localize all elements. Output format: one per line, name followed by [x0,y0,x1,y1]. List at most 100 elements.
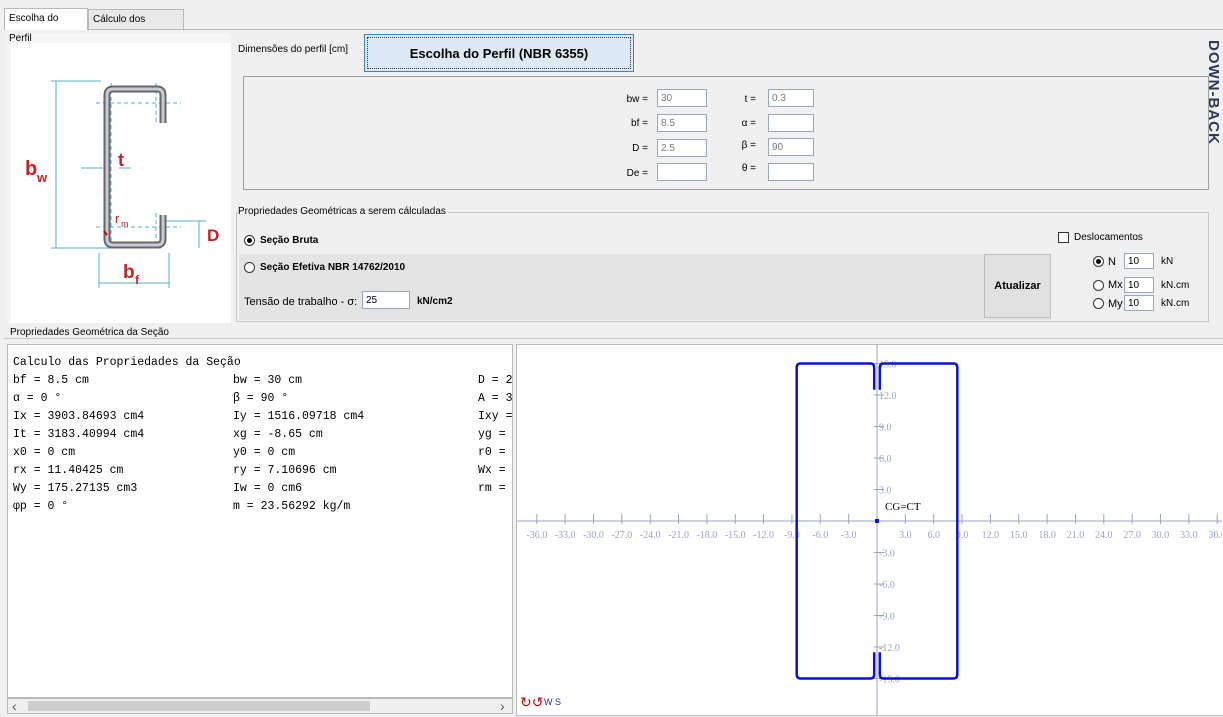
result-cell: rm = [478,482,506,495]
escolha-do-perfil-button[interactable]: Escolha do Perfil (NBR 6355) [364,34,634,72]
tensao-field[interactable]: 25 [362,291,410,309]
deslocamentos-checkbox[interactable] [1058,232,1069,243]
x-tick-label: -27.0 [611,530,632,541]
result-cell: x0 = 0 cm [13,446,76,459]
my-unit: kN.cm [1161,298,1190,309]
result-cell: φp = 0 ° [13,500,69,513]
result-cell: Ixy = [478,410,513,423]
y-tick-label: -6.0 [879,580,895,591]
results-scrollbar[interactable]: ‹ › [7,698,513,714]
dimensions-label: Dimensões do perfil [cm] [238,44,349,55]
scroll-left-icon[interactable]: ‹ [12,698,17,714]
x-tick-label: 24.0 [1095,530,1113,541]
result-cell: β = 90 ° [233,392,289,405]
secao-bruta-radio[interactable] [244,235,255,246]
x-tick-label: 21.0 [1067,530,1085,541]
my-label: My [1108,298,1123,310]
tab-escolha-do-perfil[interactable]: Escolha do Perfil [4,8,88,44]
y-tick-label: -15.0 [879,675,900,686]
x-tick-label: -12.0 [753,530,774,541]
x-tick-label: 30.0 [1152,530,1170,541]
x-tick-label: -6.0 [812,530,828,541]
plot-panel[interactable]: -36.0 -33.0 -30.0 -27.0 -24.0 -21.0 -18.0 -15.0… [516,344,1223,716]
result-cell: m = 23.56292 kg/m [233,500,351,513]
cg-label: CG=CT [885,501,921,513]
x-tick-label: -30.0 [583,530,604,541]
n-unit: kN [1161,256,1174,267]
result-cell: ry = 7.10696 cm [233,464,337,477]
de-field[interactable] [657,163,707,181]
svg-text:f: f [135,273,140,287]
bw-label: bw = [626,94,648,105]
result-cell: It = 3183.40994 cm4 [13,428,145,441]
t-field[interactable]: 0.3 [768,89,814,107]
svg-text:D: D [207,226,219,245]
x-tick-label: -33.0 [555,530,576,541]
dimensions-panel: bw = 30 bf = 8.5 D = 2.5 De = t = 0.3 α … [243,76,1209,190]
results-text-area[interactable]: Calculo das Propriedades da Seção bf = 8… [7,344,513,698]
d-label: D = [632,143,648,154]
plot-footer-label: W S [544,697,561,707]
x-tick-label: 3.0 [899,530,912,541]
profile-diagram: b w t r m D b f [11,43,231,323]
svg-text:t: t [118,150,124,170]
result-cell: bw = 30 cm [233,374,303,387]
deslocamentos-label: Deslocamentos [1074,232,1143,243]
y-tick-label: -12.0 [879,643,900,654]
svg-text:m: m [121,219,129,229]
atualizar-button[interactable]: Atualizar [984,254,1051,318]
tab-calculo-dos-esforcos[interactable]: Cálculo dos Esforços [88,9,184,45]
n-label: N [1108,256,1116,268]
results-section-line [4,338,1223,339]
d-field[interactable]: 2.5 [657,139,707,157]
svg-text:b: b [25,158,37,180]
x-tick-label: 6.0 [927,530,940,541]
result-cell: bf = 8.5 cm [13,374,89,387]
result-cell: Iy = 1516.09718 cm4 [233,410,365,423]
x-tick-label: -15.0 [725,530,746,541]
scroll-right-icon[interactable]: › [500,698,505,714]
x-tick-label: 18.0 [1038,530,1056,541]
bw-field[interactable]: 30 [657,89,707,107]
scrollbar-thumb[interactable] [28,701,370,711]
atualizar-button-label: Atualizar [994,280,1041,292]
y-tick-label: -3.0 [879,549,895,560]
theta-label: θ = [741,163,756,174]
result-cell: xg = -8.65 cm [233,428,323,441]
x-tick-label: -24.0 [640,530,661,541]
result-cell: A = 3 [478,392,513,405]
mx-field[interactable]: 10 [1124,277,1154,293]
my-field[interactable]: 10 [1124,295,1154,311]
my-radio[interactable] [1093,298,1104,309]
secao-efetiva-radio[interactable] [244,262,255,273]
theta-field[interactable] [768,163,814,181]
tensao-unit: kN/cm2 [417,296,453,307]
result-cell: Iw = 0 cm6 [233,482,303,495]
mx-unit: kN.cm [1161,280,1190,291]
result-cell: yg = [478,428,506,441]
svg-text:r: r [115,211,120,226]
cg-marker [875,519,879,523]
alpha-field[interactable] [768,114,814,132]
y-tick-label: 6.0 [879,454,892,465]
mx-radio[interactable] [1093,280,1104,291]
result-cell: α = 0 ° [13,392,62,405]
side-label: DOWN-BACK [1206,40,1222,145]
x-tick-label: -3.0 [841,530,857,541]
result-cell: rx = 11.40425 cm [13,464,124,477]
x-tick-label: -36.0 [526,530,547,541]
escolha-do-perfil-button-label: Escolha do Perfil (NBR 6355) [409,45,589,61]
bf-label: bf = [631,118,648,129]
alpha-label: α = [741,118,756,129]
beta-field[interactable]: 90 [768,138,814,156]
x-tick-label: 15.0 [1010,530,1028,541]
rotate-icon[interactable]: ↻↺ [520,694,543,711]
y-tick-label: -9.0 [879,612,895,623]
n-radio[interactable] [1093,256,1104,267]
y-tick-label: 3.0 [879,486,892,497]
results-section-title: Propriedades Geométrica da Seção [10,327,169,338]
bf-field[interactable]: 8.5 [657,114,707,132]
result-cell: y0 = 0 cm [233,446,296,459]
n-field[interactable]: 10 [1124,253,1154,269]
x-tick-label: 33.0 [1180,530,1198,541]
